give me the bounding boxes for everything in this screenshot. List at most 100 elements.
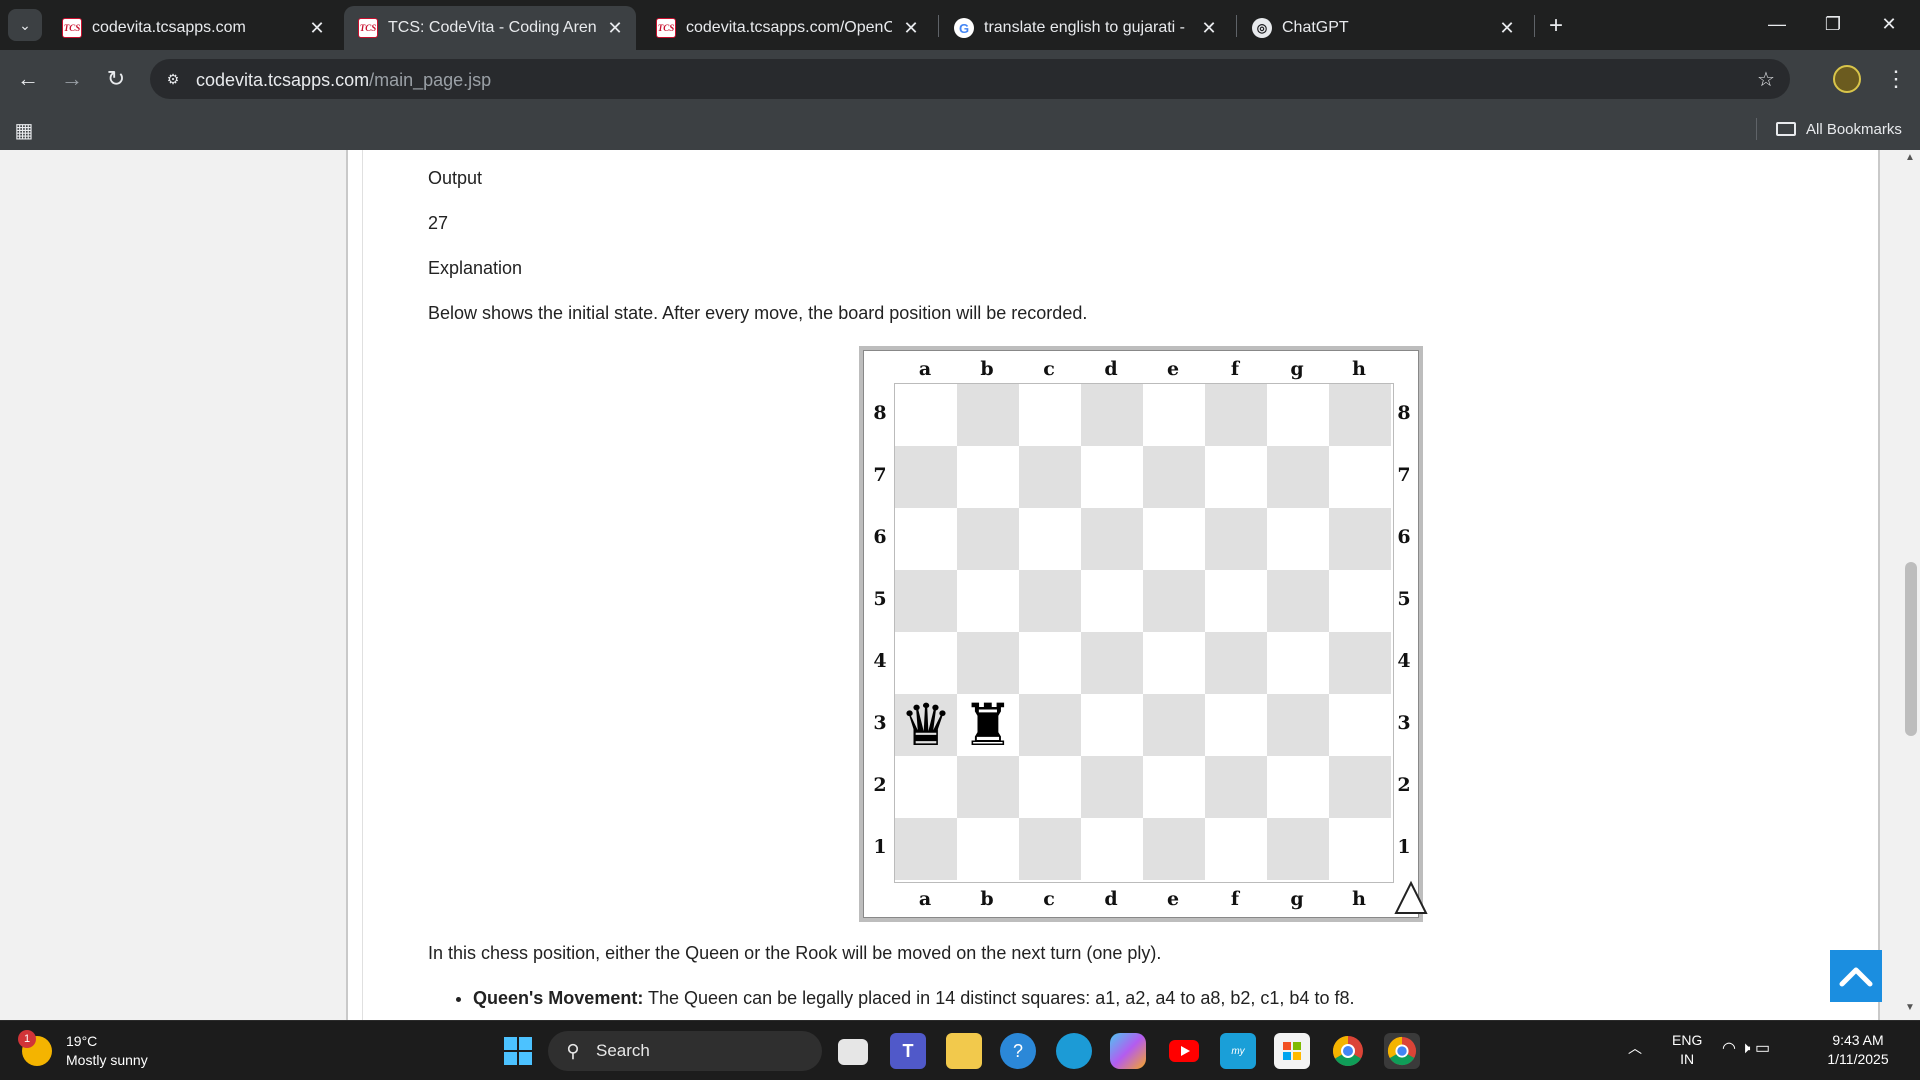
tcs-favicon-icon: TCS xyxy=(358,18,378,38)
url-text[interactable]: codevita.tcsapps.com/main_page.jsp xyxy=(196,70,491,91)
square-f6 xyxy=(1205,508,1267,570)
close-icon[interactable]: ✕ xyxy=(900,17,922,39)
chevron-up-icon: ︿ xyxy=(1628,1040,1642,1056)
tab-5[interactable]: ◎ ChatGPT ✕ xyxy=(1238,6,1528,50)
chatgpt-favicon-icon: ◎ xyxy=(1252,18,1272,38)
square-e4 xyxy=(1143,632,1205,694)
tab-4[interactable]: G translate english to gujarati - Go ✕ xyxy=(940,6,1230,50)
search-label: Search xyxy=(596,1041,650,1060)
close-icon[interactable]: ✕ xyxy=(604,17,626,39)
square-g7 xyxy=(1267,446,1329,508)
close-window-button[interactable]: ✕ xyxy=(1866,8,1912,40)
all-bookmarks-button[interactable]: All Bookmarks xyxy=(1776,116,1902,142)
file-explorer-icon[interactable] xyxy=(946,1033,982,1069)
explanation-label: Explanation xyxy=(428,258,523,278)
square-g5 xyxy=(1267,570,1329,632)
taskbar-search[interactable]: ⚲ Search xyxy=(548,1031,822,1071)
rank-label-left-5: 5 xyxy=(873,588,887,610)
minimize-button[interactable]: — xyxy=(1754,8,1800,40)
chess-board: ♛ ♜ xyxy=(894,383,1394,883)
white-triangle-icon xyxy=(1394,880,1428,914)
profile-avatar[interactable] xyxy=(1833,65,1861,93)
square-c5 xyxy=(1019,570,1081,632)
language-line2: IN xyxy=(1680,1051,1695,1067)
square-g2 xyxy=(1267,756,1329,818)
restore-button[interactable]: ❐ xyxy=(1810,8,1856,40)
square-c4 xyxy=(1019,632,1081,694)
google-favicon-icon: G xyxy=(954,18,974,38)
file-label-bottom-d: d xyxy=(1104,888,1118,910)
square-d5 xyxy=(1081,570,1143,632)
intro-text: Below shows the initial state. After eve… xyxy=(428,303,1088,323)
bookmark-star-icon[interactable]: ☆ xyxy=(1754,67,1778,91)
edge-browser-icon[interactable] xyxy=(1056,1033,1092,1069)
tab-separator xyxy=(1236,15,1237,37)
new-tab-button[interactable]: + xyxy=(1540,10,1572,42)
language-indicator[interactable]: ENG IN xyxy=(1672,1031,1702,1069)
square-d8 xyxy=(1081,384,1143,446)
square-b5 xyxy=(957,570,1019,632)
store-icon[interactable] xyxy=(1274,1033,1310,1069)
reload-icon: ↻ xyxy=(106,66,126,91)
tab-title: codevita.tcsapps.com/OpenCod xyxy=(686,19,892,36)
start-button[interactable] xyxy=(500,1033,536,1069)
scroll-down-arrow-icon[interactable]: ▼ xyxy=(1900,1002,1920,1018)
tab-1[interactable]: TCS codevita.tcsapps.com ✕ xyxy=(48,6,338,50)
square-b1 xyxy=(957,818,1019,880)
square-a5 xyxy=(895,570,957,632)
chrome-profile-active-icon[interactable] xyxy=(1384,1033,1420,1069)
youtube-icon[interactable] xyxy=(1166,1033,1202,1069)
forward-button[interactable]: → xyxy=(56,63,88,95)
square-c6 xyxy=(1019,508,1081,570)
page-scrollbar[interactable]: ▲ ▼ xyxy=(1900,150,1920,1020)
back-button[interactable]: ← xyxy=(12,63,44,95)
help-icon[interactable]: ? xyxy=(1000,1033,1036,1069)
close-icon[interactable]: ✕ xyxy=(1496,17,1518,39)
plus-icon: + xyxy=(1548,12,1563,39)
scroll-up-arrow-icon[interactable]: ▲ xyxy=(1900,152,1920,168)
square-a7 xyxy=(895,446,957,508)
square-e1 xyxy=(1143,818,1205,880)
square-h1 xyxy=(1329,818,1391,880)
close-icon[interactable]: ✕ xyxy=(306,17,328,39)
more-vertical-icon: ⋮ xyxy=(1885,66,1907,91)
file-label-bottom-g: g xyxy=(1290,888,1304,910)
file-label-top-c: c xyxy=(1043,358,1055,380)
reload-button[interactable]: ↻ xyxy=(100,63,132,95)
file-label-top-h: h xyxy=(1352,358,1366,380)
chess-board-figure: ♛ ♜ a a b b c c d d e e f f g g h h 8 8 7 7 6 6 5 5 4 4 3 3 2 2 1 1 xyxy=(859,346,1428,922)
square-h6 xyxy=(1329,508,1391,570)
apps-grid-icon[interactable]: ▦ xyxy=(12,118,36,142)
square-c2 xyxy=(1019,756,1081,818)
copilot-icon[interactable] xyxy=(1110,1033,1146,1069)
browser-menu-button[interactable]: ⋮ xyxy=(1880,63,1912,95)
square-g1 xyxy=(1267,818,1329,880)
myap-icon[interactable]: my xyxy=(1220,1033,1256,1069)
close-icon[interactable]: ✕ xyxy=(1198,17,1220,39)
rank-label-left-6: 6 xyxy=(873,526,887,548)
scroll-to-top-button[interactable] xyxy=(1830,950,1882,1002)
square-h7 xyxy=(1329,446,1391,508)
square-f7 xyxy=(1205,446,1267,508)
tab-2-active[interactable]: TCS TCS: CodeVita - Coding Arena ✕ xyxy=(344,6,636,50)
site-info-icon[interactable]: ⚙ xyxy=(162,68,184,90)
tab-3[interactable]: TCS codevita.tcsapps.com/OpenCod ✕ xyxy=(642,6,932,50)
tab-search-button[interactable]: ⌄ xyxy=(8,9,42,41)
task-view-icon[interactable] xyxy=(838,1039,868,1065)
network-volume-battery[interactable]: ◠ 🕨 ▭ xyxy=(1722,1039,1770,1058)
volume-icon: 🕨 xyxy=(1740,1040,1751,1057)
show-hidden-icons-button[interactable]: ︿ xyxy=(1628,1039,1642,1058)
page-viewport: Output 27 Explanation Below shows the in… xyxy=(0,150,1900,1020)
tab-title: translate english to gujarati - Go xyxy=(984,19,1190,36)
chrome-icon[interactable] xyxy=(1330,1033,1366,1069)
clock[interactable]: 9:43 AM 1/11/2025 xyxy=(1810,1031,1906,1069)
scrollbar-thumb[interactable] xyxy=(1905,562,1917,736)
teams-icon[interactable]: T xyxy=(890,1033,926,1069)
square-c1 xyxy=(1019,818,1081,880)
address-bar[interactable]: ⚙ codevita.tcsapps.com/main_page.jsp ☆ xyxy=(150,59,1790,99)
square-f5 xyxy=(1205,570,1267,632)
clock-time: 9:43 AM xyxy=(1832,1032,1884,1048)
weather-widget[interactable]: 1 19°C Mostly sunny xyxy=(18,1029,148,1073)
browser-toolbar: ← → ↻ ⚙ codevita.tcsapps.com/main_page.j… xyxy=(0,50,1920,108)
tcs-favicon-icon: TCS xyxy=(62,18,82,38)
